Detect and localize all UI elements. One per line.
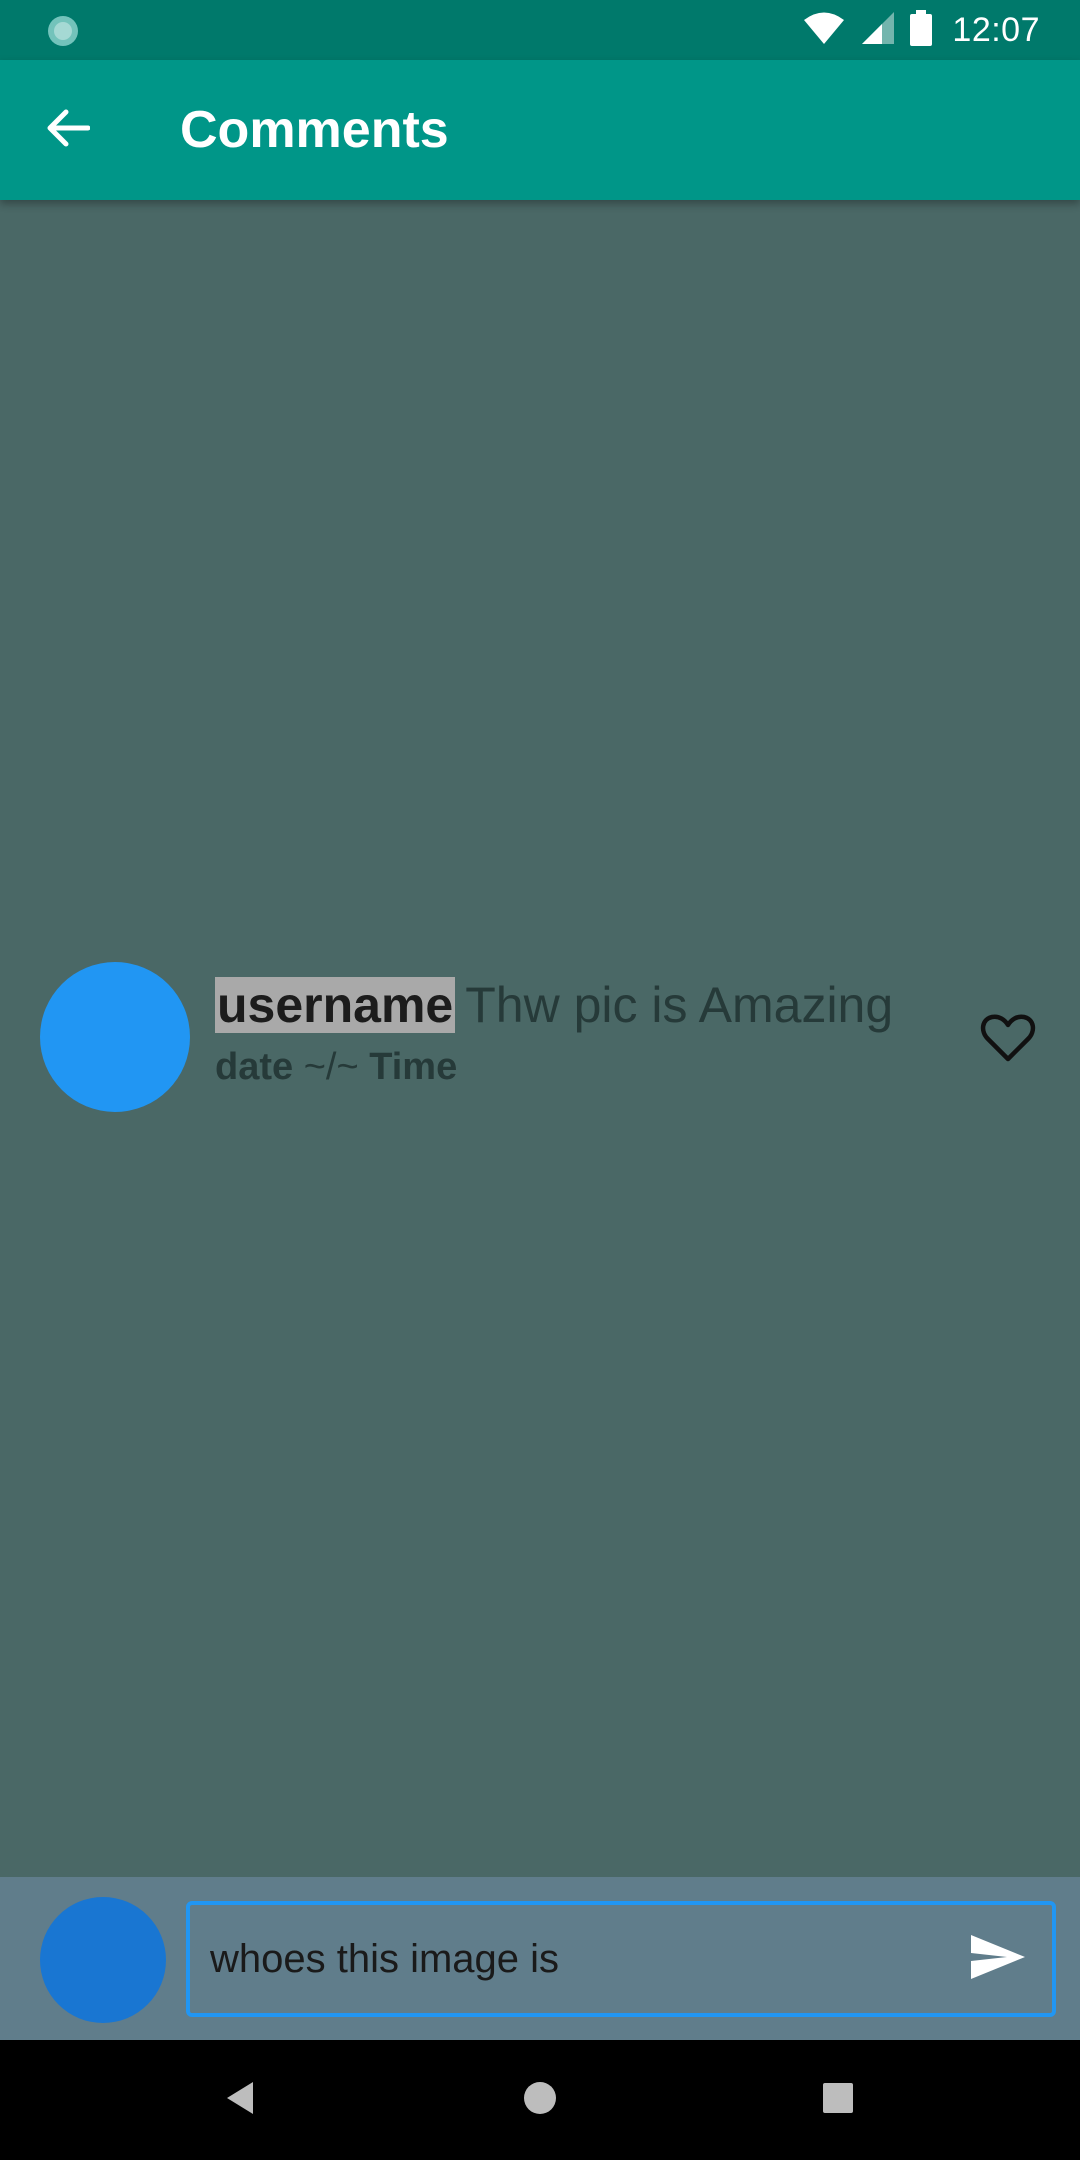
wifi-icon [802, 11, 846, 50]
send-button[interactable] [968, 1933, 1028, 1985]
current-user-avatar [40, 1897, 166, 2023]
nav-back-button[interactable] [210, 2070, 270, 2130]
heart-outline-icon [980, 1013, 1036, 1068]
comment-input-box [186, 1901, 1056, 2017]
battery-icon [910, 9, 933, 51]
like-button[interactable] [975, 1012, 1041, 1068]
status-icons: 12:07 [802, 0, 1040, 60]
comment-date: date [215, 1046, 294, 1088]
comment-item: username Thw pic is Amazing date ~/~ Time [0, 962, 1080, 1114]
comment-body: username Thw pic is Amazing date ~/~ Time [215, 974, 893, 1089]
back-button[interactable] [38, 100, 98, 160]
nav-recents-button[interactable] [808, 2070, 868, 2130]
nav-home-button[interactable] [510, 2070, 570, 2130]
commenter-avatar[interactable] [40, 962, 190, 1112]
signal-icon [860, 11, 896, 50]
arrow-back-icon [46, 108, 91, 153]
comment-username[interactable]: username [215, 977, 456, 1033]
comment-composer [0, 1877, 1080, 2040]
recents-square-icon [821, 2081, 855, 2120]
comment-line: username Thw pic is Amazing [215, 974, 893, 1036]
sync-icon [46, 14, 80, 48]
send-icon [969, 1933, 1027, 1986]
status-bar: 12:07 [0, 0, 1080, 60]
back-triangle-icon [223, 2080, 257, 2121]
home-circle-icon [522, 2080, 558, 2121]
status-time: 12:07 [952, 10, 1040, 49]
comment-time: Time [369, 1046, 458, 1088]
comment-input[interactable] [210, 1905, 930, 2013]
comment-text: Thw pic is Amazing [465, 977, 894, 1033]
comment-meta: date ~/~ Time [215, 1046, 893, 1089]
navigation-bar [0, 2040, 1080, 2160]
comment-meta-separator: ~/~ [303, 1046, 359, 1088]
app-bar: Comments [0, 60, 1080, 200]
page-title: Comments [180, 101, 449, 159]
